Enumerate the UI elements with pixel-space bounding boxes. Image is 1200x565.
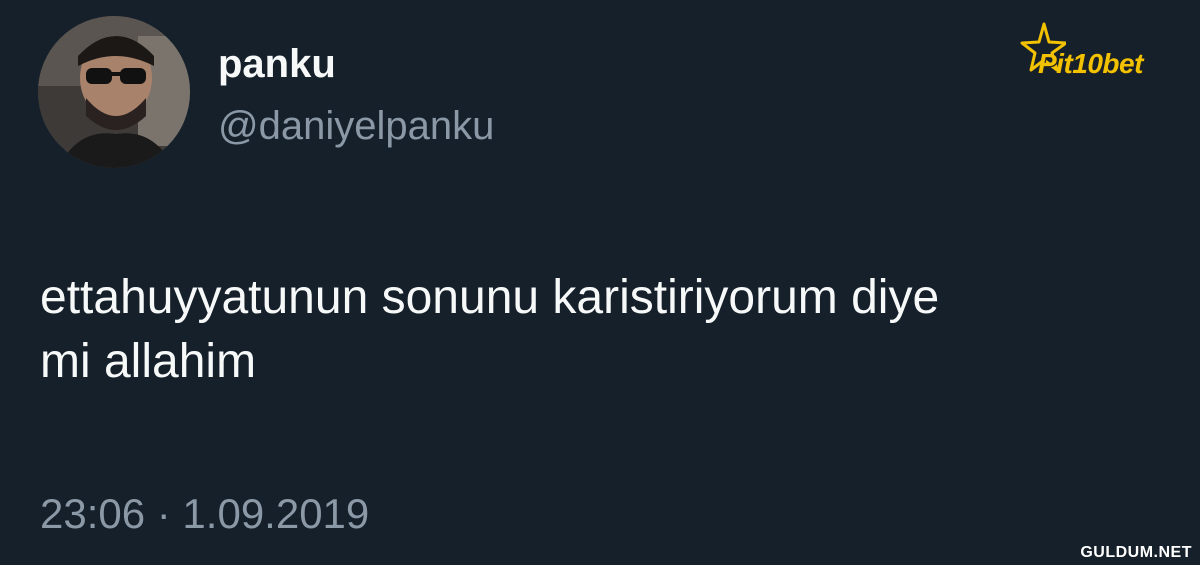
display-name[interactable]: panku xyxy=(218,40,336,88)
tweet-text-line: mi allahim xyxy=(40,335,257,388)
brand-logo: Pit10bet xyxy=(1018,22,1198,86)
avatar-photo-icon xyxy=(38,16,190,168)
avatar[interactable] xyxy=(38,16,190,168)
tweet-timestamp[interactable]: 23:06 · 1.09.2019 xyxy=(40,488,369,540)
user-handle[interactable]: @daniyelpanku xyxy=(218,102,494,150)
tweet-text: ettahuyyatunun sonunu karistiriyorum diy… xyxy=(40,266,1170,394)
brand-logo-text: Pit10bet xyxy=(1038,48,1143,79)
watermark: GULDUM.NET xyxy=(1080,544,1192,561)
tweet-text-line: ettahuyyatunun sonunu karistiriyorum diy… xyxy=(40,271,940,324)
tweet-card: panku @daniyelpanku ettahuyyatunun sonun… xyxy=(0,0,1200,565)
